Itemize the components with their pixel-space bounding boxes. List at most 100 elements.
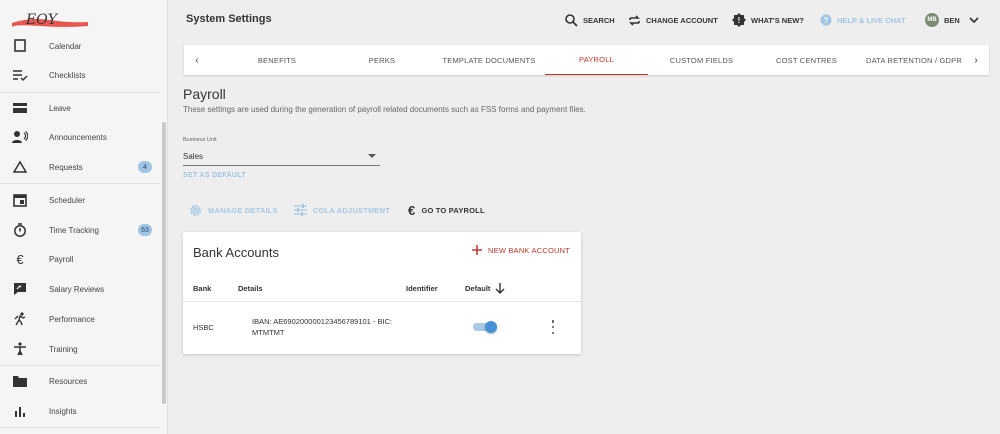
search-button[interactable]: SEARCH bbox=[565, 12, 615, 28]
cell-details-line2: MTMTMT bbox=[252, 328, 285, 337]
tab-custom-fields[interactable]: CUSTOM FIELDS bbox=[654, 45, 749, 75]
sidebar-item-announcements[interactable]: Announcements bbox=[0, 122, 160, 152]
leave-icon bbox=[12, 100, 28, 116]
set-as-default-button[interactable]: SET AS DEFAULT bbox=[183, 172, 246, 179]
tab-template-documents[interactable]: TEMPLATE DOCUMENTS bbox=[434, 45, 544, 75]
search-label: SEARCH bbox=[583, 15, 615, 25]
sidebar-item-label: Scheduler bbox=[49, 195, 86, 205]
salary-reviews-icon bbox=[12, 281, 28, 297]
column-header-identifier: Identifier bbox=[406, 284, 438, 293]
help-icon: ? bbox=[820, 14, 832, 26]
sidebar-divider bbox=[0, 427, 160, 428]
sidebar-item-label: Calendar bbox=[49, 41, 82, 51]
sidebar-item-leave[interactable]: Leave bbox=[0, 93, 160, 123]
business-unit-select[interactable]: Sales bbox=[183, 148, 380, 166]
chevron-down-icon bbox=[969, 17, 979, 24]
sidebar-item-resources[interactable]: Resources bbox=[0, 366, 160, 396]
go-to-payroll-button[interactable]: € GO TO PAYROLL bbox=[408, 202, 485, 218]
cola-adjustment-label: COLA ADJUSTMENT bbox=[313, 205, 391, 215]
column-header-default-label: Default bbox=[465, 283, 491, 293]
section-description: These settings are used during the gener… bbox=[183, 105, 586, 114]
change-account-label: CHANGE ACCOUNT bbox=[646, 15, 718, 25]
sidebar-item-label: Requests bbox=[49, 162, 83, 172]
whats-new-icon: ! bbox=[732, 13, 746, 27]
sidebar-scrollbar[interactable] bbox=[162, 122, 166, 404]
new-bank-account-label: NEW BANK ACCOUNT bbox=[488, 245, 570, 255]
dropdown-caret-icon bbox=[368, 154, 376, 158]
default-toggle[interactable] bbox=[473, 321, 497, 333]
sidebar-item-checklists[interactable]: Checklists bbox=[0, 60, 160, 90]
sidebar-item-label: Payroll bbox=[49, 254, 74, 264]
sidebar-item-label: Leave bbox=[49, 103, 71, 113]
tab-payroll[interactable]: PAYROLL bbox=[545, 45, 648, 75]
business-unit-label: Business Unit bbox=[183, 137, 217, 143]
arrow-down-icon bbox=[495, 283, 505, 294]
search-icon bbox=[565, 13, 578, 27]
tabs-scroll-right-icon[interactable]: › bbox=[969, 53, 983, 67]
logo-text: EOY bbox=[26, 12, 57, 28]
cell-details-line1: IBAN: AE690200000123456789101 - BIC: bbox=[252, 317, 393, 326]
sidebar-item-requests[interactable]: Requests 4 bbox=[0, 152, 160, 182]
top-header: System Settings SEARCH CHANGE ACCOUNT ! … bbox=[168, 0, 1000, 40]
calendar-icon bbox=[12, 38, 28, 54]
table-divider bbox=[183, 301, 581, 302]
help-live-chat-button[interactable]: ? HELP & LIVE CHAT bbox=[820, 12, 905, 28]
business-unit-value: Sales bbox=[183, 152, 204, 161]
euro-icon: € bbox=[16, 251, 24, 267]
toggle-knob bbox=[485, 321, 497, 333]
sidebar-item-label: Performance bbox=[49, 314, 95, 324]
bar-chart-icon bbox=[12, 403, 28, 419]
help-label: HELP & LIVE CHAT bbox=[837, 15, 906, 25]
column-header-details: Details bbox=[238, 284, 263, 293]
card-title: Bank Accounts bbox=[193, 245, 279, 260]
requests-icon bbox=[12, 159, 28, 175]
tab-benefits[interactable]: BENEFITS bbox=[232, 45, 322, 75]
gear-icon bbox=[190, 204, 201, 216]
sidebar-item-time-tracking[interactable]: Time Tracking 63 bbox=[0, 215, 160, 245]
change-account-button[interactable]: CHANGE ACCOUNT bbox=[628, 12, 718, 28]
cell-bank: HSBC bbox=[193, 323, 214, 332]
more-options-icon[interactable] bbox=[549, 320, 557, 334]
sidebar-item-training[interactable]: Training bbox=[0, 334, 160, 364]
performance-icon bbox=[12, 311, 28, 327]
sidebar-item-label: Training bbox=[49, 344, 78, 354]
settings-tabs: ‹ BENEFITS PERKS TEMPLATE DOCUMENTS PAYR… bbox=[184, 45, 989, 75]
avatar: MB bbox=[925, 13, 939, 27]
cola-adjustment-button[interactable]: COLA ADJUSTMENT bbox=[294, 202, 390, 218]
training-icon bbox=[12, 341, 28, 357]
tab-data-retention[interactable]: DATA RETENTION / GDPR bbox=[864, 45, 964, 75]
tab-cost-centres[interactable]: COST CENTRES bbox=[759, 45, 854, 75]
plus-icon bbox=[472, 245, 483, 255]
checklist-icon bbox=[12, 67, 28, 83]
time-tracking-badge: 63 bbox=[138, 224, 152, 236]
sidebar: EOY Calendar Checklists Leave Announceme… bbox=[0, 0, 168, 434]
column-header-bank: Bank bbox=[193, 284, 212, 293]
sidebar-item-label: Checklists bbox=[49, 70, 86, 80]
new-bank-account-button[interactable]: NEW BANK ACCOUNT bbox=[472, 243, 570, 257]
section-title: Payroll bbox=[183, 86, 226, 102]
bank-accounts-card: Bank Accounts NEW BANK ACCOUNT Bank Deta… bbox=[183, 232, 581, 354]
tabs-scroll-left-icon[interactable]: ‹ bbox=[190, 53, 204, 67]
folder-icon bbox=[12, 373, 28, 389]
sidebar-item-salary-reviews[interactable]: Salary Reviews bbox=[0, 274, 160, 304]
sidebar-item-insights[interactable]: Insights bbox=[0, 396, 160, 426]
manage-details-button[interactable]: MANAGE DETAILS bbox=[189, 202, 278, 218]
column-header-default[interactable]: Default bbox=[465, 282, 505, 294]
sidebar-item-label: Insights bbox=[49, 406, 77, 416]
scheduler-icon bbox=[12, 192, 28, 208]
tab-perks[interactable]: PERKS bbox=[342, 45, 422, 75]
sidebar-item-calendar[interactable]: Calendar bbox=[0, 31, 160, 61]
requests-badge: 4 bbox=[138, 161, 152, 173]
user-name: BEN bbox=[944, 15, 960, 25]
user-menu[interactable]: MB BEN bbox=[925, 12, 979, 28]
svg-text:?: ? bbox=[824, 16, 829, 25]
sidebar-item-scheduler[interactable]: Scheduler bbox=[0, 185, 160, 215]
time-tracking-icon bbox=[12, 222, 28, 238]
whats-new-label: WHAT'S NEW? bbox=[751, 15, 804, 25]
whats-new-button[interactable]: ! WHAT'S NEW? bbox=[732, 12, 804, 28]
sidebar-item-payroll[interactable]: € Payroll bbox=[0, 244, 160, 274]
go-to-payroll-label: GO TO PAYROLL bbox=[421, 205, 485, 215]
sidebar-divider bbox=[0, 183, 160, 184]
sidebar-item-performance[interactable]: Performance bbox=[0, 304, 160, 334]
sidebar-item-label: Announcements bbox=[49, 132, 107, 142]
